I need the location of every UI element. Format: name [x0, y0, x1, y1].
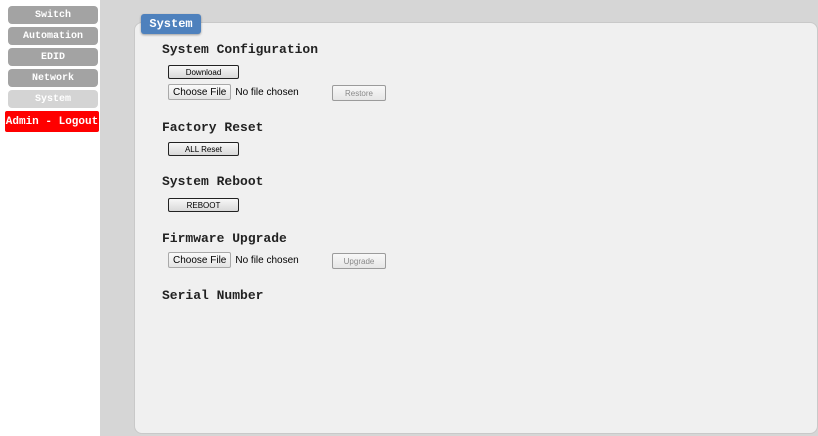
firmware-file-status: No file chosen — [235, 254, 299, 266]
restore-button[interactable]: Restore — [332, 85, 386, 101]
firmware-file-input: Choose File No file chosen — [168, 252, 299, 268]
sidebar-item-network[interactable]: Network — [8, 69, 98, 87]
config-file-input: Choose File No file chosen — [168, 84, 299, 100]
all-reset-button[interactable]: ALL Reset — [168, 142, 239, 156]
sidebar-item-switch[interactable]: Switch — [8, 6, 98, 24]
download-button[interactable]: Download — [168, 65, 239, 79]
sidebar-item-automation[interactable]: Automation — [8, 27, 98, 45]
firmware-upgrade-heading: Firmware Upgrade — [162, 231, 287, 246]
sidebar-item-system[interactable]: System — [8, 90, 98, 108]
panel-tab-system: System — [141, 14, 201, 34]
admin-logout-button[interactable]: Admin - Logout — [5, 111, 99, 132]
config-file-status: No file chosen — [235, 86, 299, 98]
firmware-choose-file-button[interactable]: Choose File — [168, 252, 232, 268]
upgrade-button[interactable]: Upgrade — [332, 253, 386, 269]
sidebar-item-edid[interactable]: EDID — [8, 48, 98, 66]
sidebar: Switch Automation EDID Network System Ad… — [0, 0, 100, 436]
reboot-button[interactable]: REBOOT — [168, 198, 239, 212]
config-choose-file-button[interactable]: Choose File — [168, 84, 232, 100]
factory-reset-heading: Factory Reset — [162, 120, 264, 135]
system-reboot-heading: System Reboot — [162, 174, 264, 189]
system-configuration-heading: System Configuration — [162, 42, 319, 57]
serial-number-heading: Serial Number — [162, 288, 264, 303]
